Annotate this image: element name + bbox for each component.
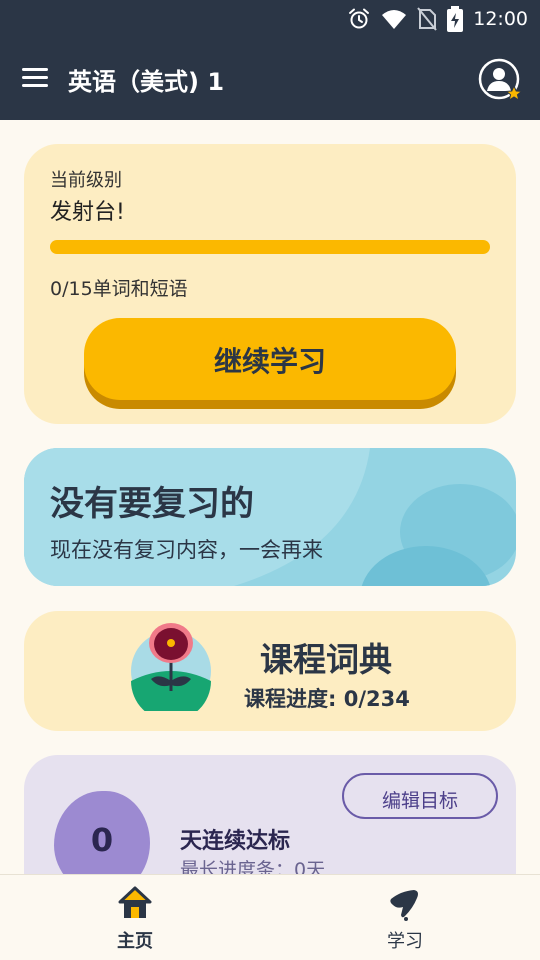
profile-button[interactable] [478, 58, 524, 104]
edit-goal-button[interactable]: 编辑目标 [342, 773, 498, 819]
status-time: 12:00 [473, 8, 528, 30]
profile-star-icon [478, 58, 523, 102]
review-subtitle: 现在没有复习内容，一会再来 [50, 538, 323, 562]
home-icon [118, 886, 152, 918]
level-label: 当前级别 [50, 170, 122, 191]
status-bar: 12:00 [0, 0, 540, 38]
hamburger-menu-icon[interactable] [22, 68, 48, 90]
wifi-icon [382, 10, 407, 29]
review-card: 没有要复习的 现在没有复习内容，一会再来 [24, 448, 516, 586]
status-icons: 12:00 [347, 5, 528, 33]
streak-count: 0 [90, 821, 114, 859]
dictionary-title: 课程词典 [260, 640, 392, 679]
course-dictionary-card[interactable]: 课程词典 课程进度: 0/234 [24, 611, 516, 731]
level-name: 发射台! [50, 200, 125, 225]
edit-goal-label: 编辑目标 [381, 790, 458, 812]
learn-hand-icon [390, 890, 418, 921]
alarm-icon [349, 8, 370, 29]
level-progress-bar [50, 240, 490, 254]
bottom-navigation: 主页 学习 [0, 874, 540, 960]
current-level-card: 当前级别 发射台! 0/15单词和短语 继续学习 [24, 144, 516, 424]
app-bar: 英语（美式) 1 [0, 38, 540, 120]
flower-icon [131, 623, 211, 711]
continue-learning-button[interactable]: 继续学习 [84, 318, 456, 400]
nav-item-learn[interactable]: 学习 [270, 875, 540, 960]
dictionary-progress: 课程进度: 0/234 [244, 687, 410, 711]
no-sim-icon [417, 7, 438, 31]
nav-item-home[interactable]: 主页 [0, 875, 270, 960]
nav-label-learn: 学习 [387, 931, 423, 952]
review-title: 没有要复习的 [50, 484, 254, 524]
battery-charging-icon [447, 6, 464, 32]
streak-title: 天连续达标 [180, 829, 291, 854]
continue-learning-label: 继续学习 [213, 345, 326, 378]
page-title: 英语（美式) 1 [68, 68, 225, 96]
nav-label-home: 主页 [117, 931, 153, 952]
words-learned-count: 0/15单词和短语 [50, 278, 188, 300]
